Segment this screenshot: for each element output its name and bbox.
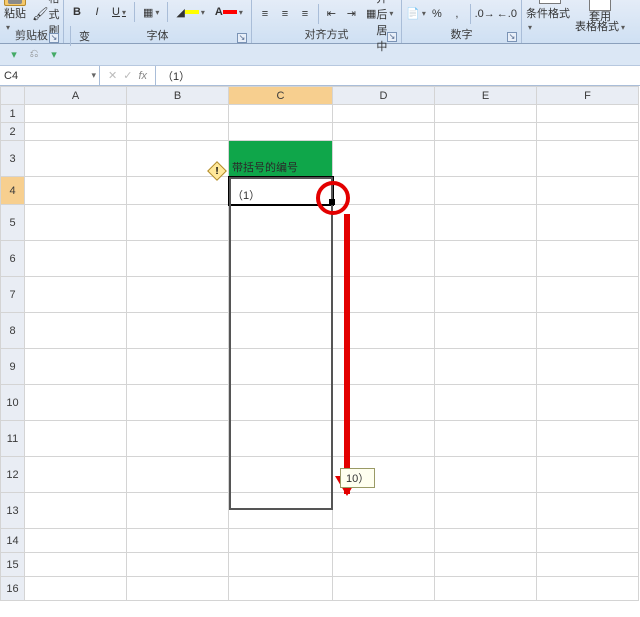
bold-button[interactable]: B [68,1,86,23]
quick-access-toolbar: ▾ ⎌ ▾ [0,44,640,66]
font-color-swatch [223,10,237,14]
row-header-9[interactable]: 9 [1,349,25,385]
group-clipboard: 粘贴 🖌格式刷 剪贴板↘ [0,0,64,43]
row-header-16[interactable]: 16 [1,577,25,601]
ribbon: 粘贴 🖌格式刷 剪贴板↘ B I U ▦ ◢ A 变 字体↘ ≡ ≡ ≡ [0,0,640,44]
row-header-13[interactable]: 13 [1,493,25,529]
formula-bar-buttons: ✕ ✓ fx [100,66,156,85]
group-font: B I U ▦ ◢ A 变 字体↘ [64,0,252,43]
number-launcher-icon[interactable]: ↘ [507,32,517,42]
spreadsheet-grid[interactable]: A B C D E F 1 2 3带括号的编号 4（1） 5 6 7 8 9 1… [0,86,640,601]
col-header-A[interactable]: A [25,87,127,105]
group-number-label: 数字↘ [406,26,517,43]
row-header-2[interactable]: 2 [1,123,25,141]
name-box[interactable]: C4 [0,66,100,85]
align-left-button[interactable]: ≡ [256,3,274,25]
format-as-table-button[interactable]: 套用 表格格式 [576,0,624,33]
conditional-format-button[interactable]: 条件格式 [526,0,574,33]
group-clipboard-label: 剪贴板↘ [4,27,59,44]
qat-btn-2[interactable]: ⎌ [26,47,42,63]
percent-button[interactable]: % [428,3,446,25]
fx-icon[interactable]: fx [138,70,147,82]
col-header-D[interactable]: D [333,87,435,105]
row-header-15[interactable]: 15 [1,553,25,577]
annotation-arrow-icon [344,214,350,494]
smart-tag-icon[interactable] [210,164,224,178]
enter-icon[interactable]: ✓ [123,69,132,82]
indent-inc-button[interactable]: ⇥ [342,3,360,25]
formula-value: （1） [162,68,190,84]
cancel-icon[interactable]: ✕ [108,69,117,82]
annotation-circle [316,181,350,215]
autofill-tooltip: 10） [340,468,375,488]
align-center-button[interactable]: ≡ [276,3,294,25]
group-font-label: 字体↘ [68,27,247,44]
fill-color-swatch [185,10,199,14]
row-header-4[interactable]: 4 [1,177,25,205]
group-styles: 条件格式 套用 表格格式 [522,0,632,43]
paste-icon [4,0,26,6]
row-header-12[interactable]: 12 [1,457,25,493]
dec-decimal-button[interactable]: ←.0 [497,3,517,25]
qat-btn-1[interactable]: ▾ [6,47,22,63]
bucket-icon: ◢ [176,6,184,19]
row-header-7[interactable]: 7 [1,277,25,313]
merge-center-button[interactable]: ▦合并后居中 [362,3,397,25]
indent-dec-button[interactable]: ⇤ [322,3,340,25]
group-alignment-label: 对齐方式↘ [256,26,397,43]
format-painter-button[interactable]: 🖌格式刷 [28,3,64,25]
font-color-button[interactable]: A [211,1,247,23]
row-header-3[interactable]: 3 [1,141,25,177]
col-header-B[interactable]: B [127,87,229,105]
formula-input[interactable]: （1） [156,66,640,85]
cond-format-icon [539,0,561,4]
clipboard-launcher-icon[interactable]: ↘ [49,33,59,43]
merge-icon: ▦ [366,7,376,20]
formula-bar: C4 ✕ ✓ fx （1） [0,66,640,86]
alignment-launcher-icon[interactable]: ↘ [387,32,397,42]
qat-btn-3[interactable]: ▾ [46,47,62,63]
name-box-value: C4 [4,70,18,82]
table-style-icon [589,0,611,11]
cell-C3[interactable]: 带括号的编号 [229,141,333,177]
fill-color-button[interactable]: ◢ [172,1,208,23]
align-right-button[interactable]: ≡ [296,3,314,25]
italic-button[interactable]: I [88,1,106,23]
group-alignment: ≡ ≡ ≡ ⇤ ⇥ ▦合并后居中 对齐方式↘ [252,0,402,43]
comma-button[interactable]: , [448,3,466,25]
row-header-14[interactable]: 14 [1,529,25,553]
row-header-8[interactable]: 8 [1,313,25,349]
col-header-F[interactable]: F [537,87,639,105]
inc-decimal-button[interactable]: .0→ [475,3,495,25]
group-number: 📄 % , .0→ ←.0 数字↘ [402,0,522,43]
row-header-1[interactable]: 1 [1,105,25,123]
col-header-C[interactable]: C [229,87,333,105]
row-header-5[interactable]: 5 [1,205,25,241]
row-header-10[interactable]: 10 [1,385,25,421]
underline-button[interactable]: U [108,1,130,23]
border-icon: ▦ [143,6,153,19]
row-header-6[interactable]: 6 [1,241,25,277]
font-launcher-icon[interactable]: ↘ [237,33,247,43]
border-button[interactable]: ▦ [139,1,163,23]
select-all-corner[interactable] [1,87,25,105]
cond-format-label: 条件格式 [526,5,574,33]
accounting-format-button[interactable]: 📄 [406,3,426,25]
col-header-E[interactable]: E [435,87,537,105]
row-header-11[interactable]: 11 [1,421,25,457]
